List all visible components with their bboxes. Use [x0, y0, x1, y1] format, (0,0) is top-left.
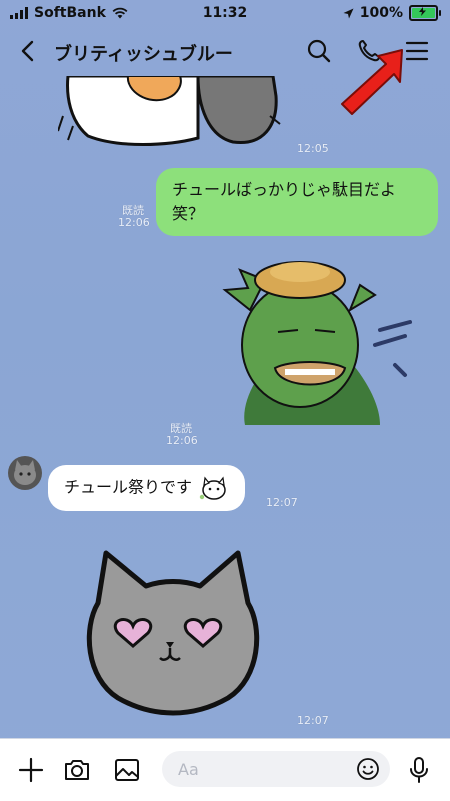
avatar[interactable] — [8, 456, 42, 490]
message-text: チュール祭りです — [64, 477, 193, 497]
kappa-sticker-icon — [222, 261, 412, 425]
red-arrow-icon — [341, 49, 403, 115]
battery-percent: 100% — [359, 5, 403, 21]
back-icon[interactable] — [14, 36, 44, 66]
message-bubble[interactable]: チュールばっかりじゃ駄目だよ笑？ — [156, 168, 438, 236]
message-text: チュールばっかりじゃ駄目だよ笑？ — [172, 180, 397, 223]
status-bar: SoftBank 11:32 100% — [0, 0, 450, 28]
input-bar — [0, 738, 450, 801]
plus-icon[interactable] — [16, 755, 46, 785]
message-time: 12:06 — [166, 434, 198, 447]
chat-title: ブリティッシュブルー — [54, 44, 233, 65]
battery-icon — [409, 5, 441, 21]
image-icon[interactable] — [112, 755, 142, 785]
message-time: 12:06 — [118, 216, 150, 229]
heart-eyes-cat-sticker-icon — [86, 550, 260, 716]
cat-sticker-icon — [58, 76, 281, 146]
message-bubble[interactable]: チュール祭りです — [48, 465, 246, 511]
cat-emoji-icon — [199, 476, 226, 500]
search-icon[interactable] — [304, 36, 334, 66]
camera-icon[interactable] — [62, 755, 92, 785]
status-right: 100% — [343, 5, 441, 21]
message-time: 12:07 — [297, 714, 329, 727]
emoji-icon[interactable] — [356, 757, 380, 781]
microphone-icon[interactable] — [404, 755, 434, 785]
menu-icon[interactable] — [402, 36, 432, 66]
location-icon — [343, 8, 354, 18]
message-time: 12:05 — [297, 142, 329, 155]
message-time: 12:07 — [266, 496, 298, 509]
